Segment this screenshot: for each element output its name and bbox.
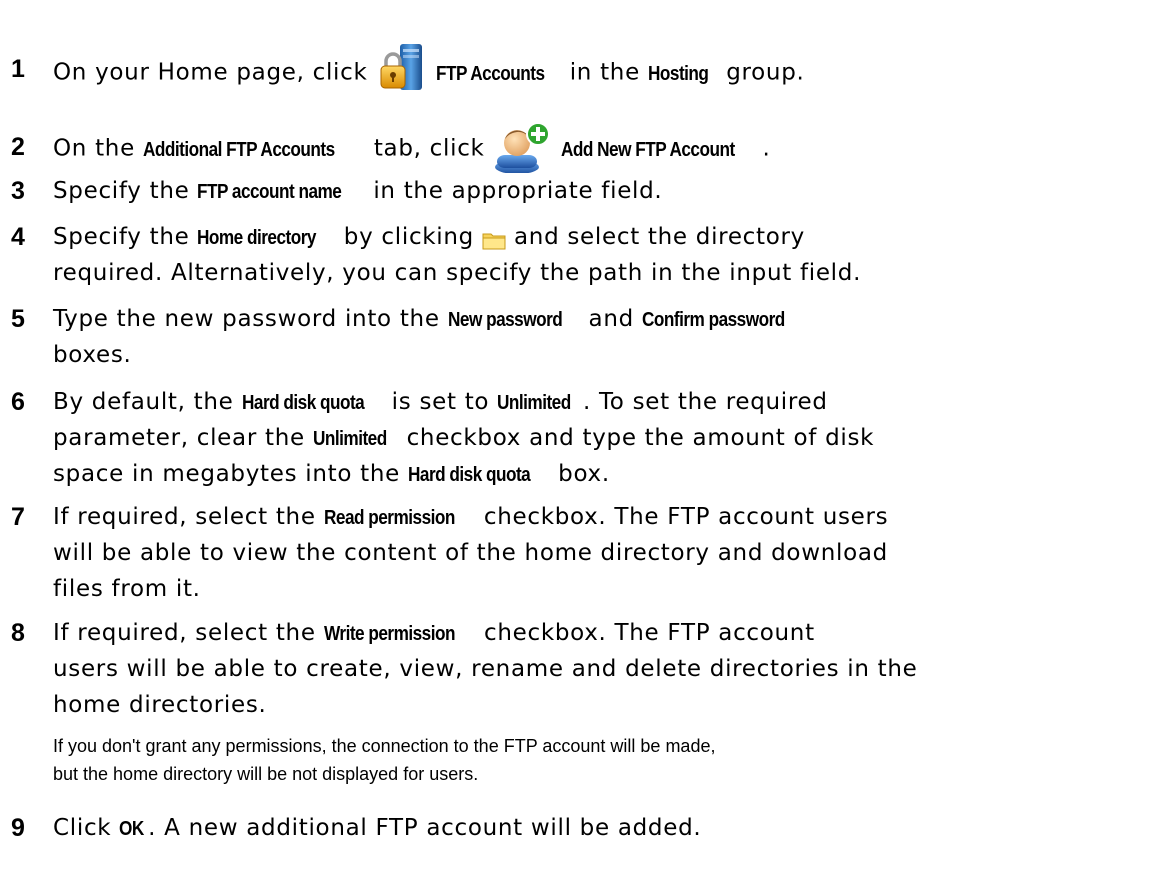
step-number: 4 <box>11 223 25 251</box>
step-number: 3 <box>11 177 25 205</box>
step-text: By default, the Hard disk quota is set t… <box>53 389 875 487</box>
step-number: 5 <box>11 305 25 333</box>
step-text: Type the new password into the New passw… <box>53 306 785 368</box>
step-number: 2 <box>11 133 25 161</box>
step-number: 8 <box>11 619 25 647</box>
ftp-accounts-icon <box>376 43 428 90</box>
step-text: On your Home page, click FTP Accounts in… <box>53 44 1143 95</box>
step-number: 7 <box>11 503 25 531</box>
folder-icon <box>482 225 506 249</box>
step-text: Click OK. A new additional FTP account w… <box>53 815 702 841</box>
step-text: If required, select the Read permission … <box>53 504 889 602</box>
step-text: On the Additional FTP Accounts tab, clic… <box>53 122 1143 174</box>
step-text: Specify the FTP account name in the appr… <box>53 178 663 204</box>
step-number: 9 <box>11 814 25 842</box>
step-text: Specify the Home directory by clicking a… <box>53 224 862 286</box>
step-number: 1 <box>11 55 25 83</box>
add-user-icon <box>493 121 553 174</box>
note: If you don't grant any permissions, the … <box>53 736 716 784</box>
step-number: 6 <box>11 388 25 416</box>
step-text: If required, select the Write permission… <box>53 620 918 718</box>
